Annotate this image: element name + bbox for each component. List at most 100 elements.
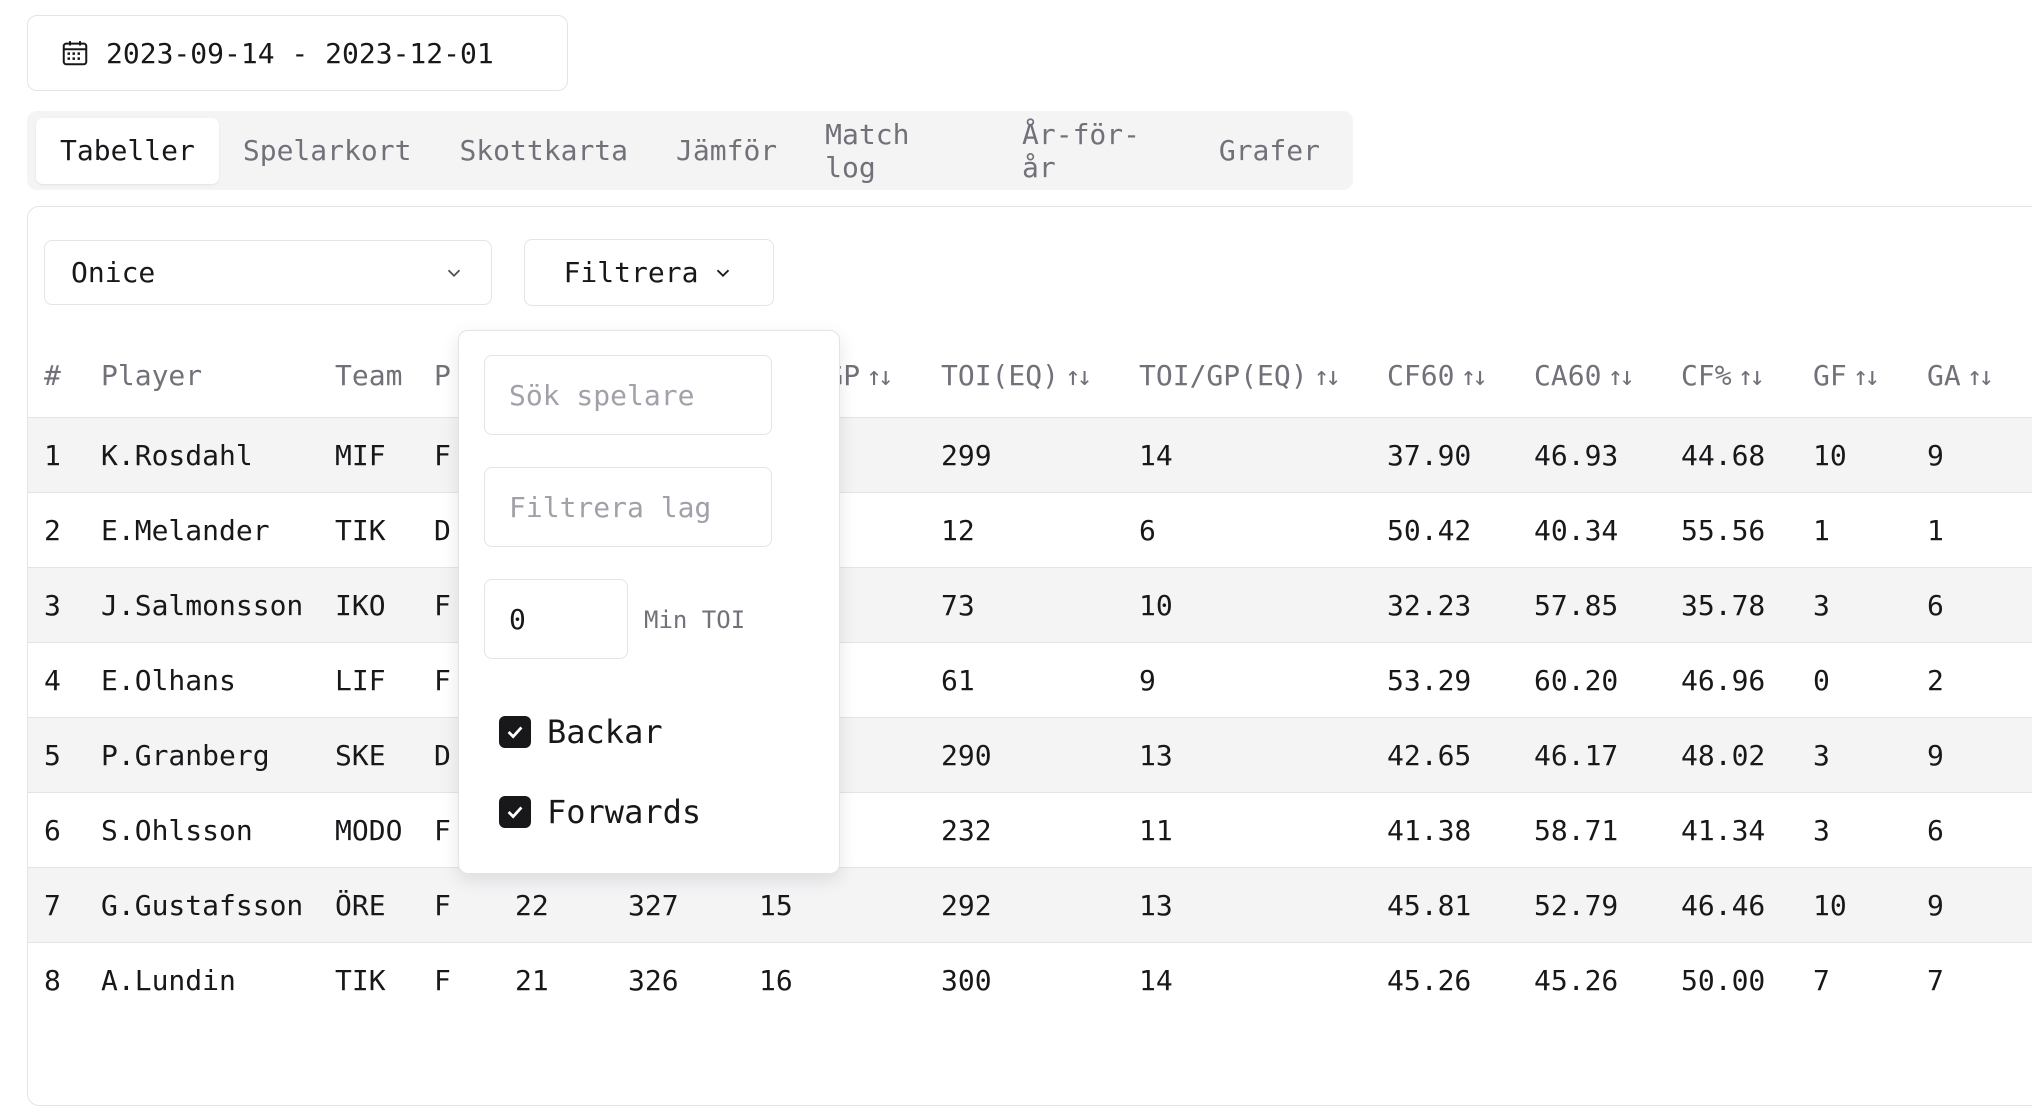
table-cell: 3: [1797, 717, 1911, 793]
table-cell: 300: [925, 942, 1123, 1017]
table-cell: 3: [1797, 792, 1911, 868]
check-icon: [507, 726, 523, 739]
sort-icon[interactable]: ↑↓: [1460, 362, 1487, 392]
table-cell: A.Lundin: [85, 942, 319, 1017]
tab-0[interactable]: Tabeller: [36, 117, 219, 184]
view-tabs: Tabeller Spelarkort Skottkarta Jämför Match …: [27, 111, 1353, 190]
column-header: Player: [85, 333, 319, 418]
backar-checkbox-row[interactable]: Backar: [499, 713, 663, 751]
backar-label: Backar: [547, 713, 663, 751]
backar-checkbox[interactable]: [499, 716, 531, 748]
table-cell: 52.79: [1518, 867, 1665, 943]
stat-type-select[interactable]: Onice: [44, 240, 492, 305]
table-cell: 61: [925, 642, 1123, 718]
table-cell: 50.42: [1371, 492, 1518, 568]
column-header-label: P: [434, 358, 451, 392]
table-cell: 9: [1911, 717, 2032, 793]
tab-1[interactable]: Spelarkort: [219, 118, 436, 184]
column-header-label: TOI(EQ): [941, 358, 1060, 392]
sort-icon[interactable]: ↑↓: [1314, 362, 1341, 392]
table-cell: IKO: [319, 567, 418, 643]
table-cell: 48.02: [1665, 717, 1797, 793]
sort-icon[interactable]: ↑↓: [1607, 362, 1634, 392]
table-cell: 41.38: [1371, 792, 1518, 868]
table-cell: 10: [1797, 417, 1911, 493]
table-cell: 1: [28, 417, 85, 493]
table-row[interactable]: 8 A.Lundin TIK F 21 326 16 300 14 45.26 45.26 50.00…: [28, 942, 2032, 1017]
table-cell: 327: [612, 867, 743, 943]
table-row[interactable]: 2 E.Melander TIK D 12 6 50.42 40.34 55.56 1 1: [28, 492, 2032, 568]
table-cell: 40.34: [1518, 492, 1665, 568]
sort-icon[interactable]: ↑↓: [1967, 362, 1994, 392]
table-row[interactable]: 4 E.Olhans LIF F 61 9 53.29 60.20 46.96 0 2: [28, 642, 2032, 718]
column-header[interactable]: TOI/GP(EQ) ↑↓: [1123, 333, 1371, 418]
table-cell: 6: [1911, 567, 2032, 643]
table-cell: 58.71: [1518, 792, 1665, 868]
column-header-label: CF60: [1387, 358, 1455, 392]
player-search-input[interactable]: [484, 355, 772, 435]
column-header[interactable]: CF% ↑↓: [1665, 333, 1797, 418]
table-cell: 326: [612, 942, 743, 1017]
team-filter-input[interactable]: [484, 467, 772, 547]
table-cell: 45.81: [1371, 867, 1518, 943]
table-cell: 32.23: [1371, 567, 1518, 643]
table-cell: 41.34: [1665, 792, 1797, 868]
table-row[interactable]: 5 P.Granberg SKE D 290 13 42.65 46.17 48.02 3 9: [28, 717, 2032, 793]
table-row[interactable]: 6 S.Ohlsson MODO F 232 11 41.38 58.71 41.34 3 6: [28, 792, 2032, 868]
tab-2[interactable]: Skottkarta: [435, 118, 652, 184]
sort-icon[interactable]: ↑↓: [1853, 362, 1880, 392]
table-cell: 8: [28, 942, 85, 1017]
column-header-label: CF%: [1681, 358, 1732, 392]
table-cell: 57.85: [1518, 567, 1665, 643]
stat-type-value: Onice: [71, 256, 156, 289]
tab-3[interactable]: Jämför: [652, 118, 801, 184]
table-cell: 2: [28, 492, 85, 568]
table-cell: 53.29: [1371, 642, 1518, 718]
min-toi-input[interactable]: [484, 579, 628, 659]
table-cell: F: [418, 867, 499, 943]
table-cell: 46.17: [1518, 717, 1665, 793]
sort-icon[interactable]: ↑↓: [866, 362, 893, 392]
table-cell: 0: [1797, 642, 1911, 718]
table-cell: 10: [1797, 867, 1911, 943]
table-cell: 37.90: [1371, 417, 1518, 493]
table-cell: 12: [925, 492, 1123, 568]
column-header[interactable]: TOI(EQ) ↑↓: [925, 333, 1123, 418]
table-cell: 46.96: [1665, 642, 1797, 718]
column-header[interactable]: GF ↑↓: [1797, 333, 1911, 418]
table-cell: 73: [925, 567, 1123, 643]
table-cell: 46.46: [1665, 867, 1797, 943]
table-cell: 290: [925, 717, 1123, 793]
table-row[interactable]: 3 J.Salmonsson IKO F 73 10 32.23 57.85 35.78 3 6: [28, 567, 2032, 643]
filter-button[interactable]: Filtrera: [524, 239, 774, 306]
calendar-icon: [62, 41, 88, 66]
table-row[interactable]: 7 G.Gustafsson ÖRE F 22 327 15 292 13 45.81 52.79 4…: [28, 867, 2032, 943]
table-cell: J.Salmonsson: [85, 567, 319, 643]
table-cell: K.Rosdahl: [85, 417, 319, 493]
table-cell: P.Granberg: [85, 717, 319, 793]
column-header-label: Team: [335, 358, 403, 392]
table-cell: 14: [1123, 942, 1371, 1017]
column-header[interactable]: CF60 ↑↓: [1371, 333, 1518, 418]
column-header[interactable]: CA60 ↑↓: [1518, 333, 1665, 418]
table-cell: 9: [1911, 867, 2032, 943]
column-header-label: GF: [1813, 358, 1847, 392]
table-cell: 14: [1123, 417, 1371, 493]
column-header: #: [28, 333, 85, 418]
sort-icon[interactable]: ↑↓: [1738, 362, 1765, 392]
date-range-button[interactable]: 2023-09-14 - 2023-12-01: [27, 15, 568, 91]
table-cell: 22: [499, 867, 612, 943]
table-cell: 13: [1123, 717, 1371, 793]
tab-4[interactable]: Match log: [801, 118, 998, 184]
table-cell: 55.56: [1665, 492, 1797, 568]
column-header[interactable]: GA ↑↓: [1911, 333, 2032, 418]
forwards-checkbox-row[interactable]: Forwards: [499, 793, 701, 831]
table-row[interactable]: 1 K.Rosdahl MIF F 299 14 37.90 46.93 44.68 10 9: [28, 417, 2032, 493]
table-cell: 9: [1123, 642, 1371, 718]
chevron-down-icon: [447, 269, 461, 277]
sort-icon[interactable]: ↑↓: [1065, 362, 1092, 392]
column-header-label: Player: [101, 358, 203, 392]
forwards-checkbox[interactable]: [499, 796, 531, 828]
tab-6[interactable]: Grafer: [1195, 118, 1344, 184]
tab-5[interactable]: År-för-år: [998, 118, 1195, 184]
